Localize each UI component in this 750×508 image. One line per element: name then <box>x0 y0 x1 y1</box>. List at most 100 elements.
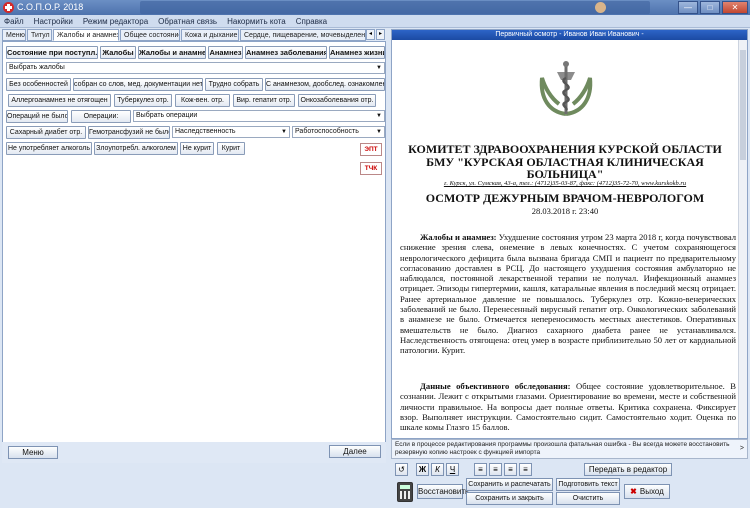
avatar <box>595 2 606 13</box>
viral-hepatitis-neg-button[interactable]: Вир. гепатит отр. <box>233 94 295 107</box>
non-smoker-button[interactable]: Не курит <box>180 142 214 155</box>
backup-notice-text: Если в процессе редактирования программы… <box>395 441 730 456</box>
no-transfusions-button[interactable]: Гемотрансфузий не было <box>88 126 170 139</box>
tab-menu[interactable]: Меню <box>2 29 26 41</box>
left-panel: Меню Титул Жалобы и анамнез Общее состоя… <box>2 29 386 463</box>
alcohol-abuse-button[interactable]: Злоупотребл. алкоголем <box>94 142 178 155</box>
allergy-anamnesis-button[interactable]: Аллергоанамнез не отягощен <box>8 94 111 107</box>
minimize-button[interactable]: — <box>678 1 698 14</box>
operations-select-value: Выбрать операции <box>136 112 198 119</box>
no-alcohol-button[interactable]: Не употребляет алкоголь <box>6 142 92 155</box>
menu-feedback[interactable]: Обратная связь <box>158 15 217 27</box>
backup-notice: Если в процессе редактирования программы… <box>391 439 748 459</box>
italic-button[interactable]: К <box>431 463 444 476</box>
tab-scroll-left-icon[interactable]: ◂ <box>366 29 375 40</box>
workability-select-value: Работоспособность <box>295 128 359 135</box>
align-justify-icon[interactable]: ≡ <box>519 463 532 476</box>
tab-complaints-anamnesis[interactable]: Жалобы и анамнез <box>53 29 119 41</box>
tab-skin-breathing[interactable]: Кожа и дыхание <box>181 29 239 41</box>
diabetes-neg-button[interactable]: Сахарный диабет отр. <box>6 126 86 139</box>
tab-general-state[interactable]: Общее состояние <box>120 29 180 41</box>
tab-heart-digestion[interactable]: Сердце, пищеварение, мочевыделение <box>240 29 366 41</box>
restore-button[interactable]: Восстановить <box>417 484 469 499</box>
chevron-right-icon[interactable]: > <box>740 445 744 453</box>
disease-anamnesis-button[interactable]: Анамнез заболевания <box>245 46 327 59</box>
overlay-toolbar <box>140 1 650 14</box>
calculator-icon[interactable] <box>397 482 413 502</box>
skin-ven-neg-button[interactable]: Кож-вен. отр. <box>175 94 230 107</box>
hard-to-collect-button[interactable]: Трудно собрать <box>205 78 263 91</box>
save-and-close-button[interactable]: Сохранить и закрыть <box>466 492 553 505</box>
clear-button[interactable]: Очистить <box>556 492 620 505</box>
close-button[interactable]: ✕ <box>722 1 748 14</box>
scrollbar-thumb[interactable] <box>740 50 746 160</box>
no-operations-button[interactable]: Операций не было <box>6 110 68 123</box>
send-to-editor-button[interactable]: Передать в редактор <box>584 463 672 476</box>
tab-strip: Меню Титул Жалобы и анамнез Общее состоя… <box>2 29 386 41</box>
medical-emblem-icon <box>539 61 593 116</box>
life-anamnesis-button[interactable]: Анамнез жизни <box>329 46 385 59</box>
align-center-icon[interactable]: ≡ <box>489 463 502 476</box>
complaints-select-value: Выбрать жалобы <box>9 64 65 71</box>
title-bar: С.О.П.О.Р. 2018 — □ ✕ <box>0 0 750 15</box>
bold-button[interactable]: Ж <box>416 463 429 476</box>
oncology-neg-button[interactable]: Онкозаболевания отр. <box>298 94 376 107</box>
window-title: С.О.П.О.Р. 2018 <box>17 2 84 12</box>
org-title-line1: КОМИТЕТ ЗДРАВООХРАНЕНИЯ КУРСКОЙ ОБЛАСТИ <box>408 142 722 156</box>
chevron-down-icon: ▼ <box>376 113 382 119</box>
operations-select[interactable]: Выбрать операции ▼ <box>133 110 385 122</box>
align-right-icon[interactable]: ≡ <box>504 463 517 476</box>
exit-button-label: Выход <box>639 487 664 496</box>
menu-editor-mode[interactable]: Режим редактора <box>83 15 148 27</box>
prepare-text-button[interactable]: Подготовить текст <box>556 478 620 491</box>
document-preview[interactable]: КОМИТЕТ ЗДРАВООХРАНЕНИЯ КУРСКОЙ ОБЛАСТИ … <box>392 40 738 438</box>
objective-label: Данные объективного обследования: <box>420 381 571 391</box>
complaints-label: Жалобы и анамнез: <box>420 232 497 242</box>
left-footer: Меню Далее <box>2 442 386 463</box>
complaints-paragraph: Жалобы и анамнез: Ухудшение состояния ут… <box>400 232 736 356</box>
save-and-print-button[interactable]: Сохранить и распечатать <box>466 478 553 491</box>
collected-from-words-button[interactable]: собран со слов, мед. документации нет <box>73 78 203 91</box>
heredity-select[interactable]: Наследственность ▼ <box>172 126 290 138</box>
close-icon: ✖ <box>630 487 637 496</box>
menu-help[interactable]: Справка <box>296 15 327 27</box>
tab-content: Состояние при поступл. Жалобы Жалобы и а… <box>2 41 386 463</box>
next-button[interactable]: Далее <box>329 445 381 458</box>
exit-button[interactable]: ✖ Выход <box>624 484 670 499</box>
tuberculosis-neg-button[interactable]: Туберкулез отр. <box>114 94 172 107</box>
tab-title[interactable]: Титул <box>27 29 52 41</box>
tab-scroll-right-icon[interactable]: ▸ <box>376 29 385 40</box>
heredity-select-value: Наследственность <box>175 128 236 135</box>
exam-date: 28.03.2018 г. 23:40 <box>531 206 599 216</box>
menu-feed-cat[interactable]: Накормить кота <box>227 15 286 27</box>
menu-bar: Файл Настройки Режим редактора Обратная … <box>0 15 750 28</box>
menu-nav-button[interactable]: Меню <box>8 446 58 459</box>
align-left-icon[interactable]: ≡ <box>474 463 487 476</box>
complaints-button[interactable]: Жалобы <box>100 46 136 59</box>
ept-button[interactable]: ЭПТ <box>360 143 382 156</box>
admission-state-button[interactable]: Состояние при поступл. <box>6 46 98 59</box>
org-address: г. Курск, ул. Сумская, 43-а, тел.: (4712… <box>443 180 687 187</box>
undo-icon[interactable]: ↺ <box>395 463 408 476</box>
document-scrollbar[interactable] <box>738 40 747 438</box>
complaints-select[interactable]: Выбрать жалобы ▼ <box>6 62 385 74</box>
menu-settings[interactable]: Настройки <box>34 15 73 27</box>
chevron-down-icon: ▼ <box>376 129 382 135</box>
maximize-button[interactable]: □ <box>700 1 720 14</box>
objective-paragraph: Данные объективного обследования: Общее … <box>400 381 736 432</box>
anamnesis-button[interactable]: Анамнез <box>208 46 243 59</box>
operations-button[interactable]: Операции: <box>71 110 131 123</box>
no-features-button[interactable]: Без особенностей <box>6 78 71 91</box>
app-logo-icon <box>3 2 14 13</box>
underline-button[interactable]: Ч <box>446 463 459 476</box>
document-header: Первичный осмотр - Иванов Иван Иванович … <box>392 30 747 40</box>
complaints-anamnesis-button[interactable]: Жалобы и анамнез <box>138 46 206 59</box>
complaints-text: Ухудшение состояния утром 23 марта 2018 … <box>400 232 736 356</box>
menu-file[interactable]: Файл <box>4 15 24 27</box>
smoker-button[interactable]: Курит <box>217 142 245 155</box>
workability-select[interactable]: Работоспособность ▼ <box>292 126 385 138</box>
editor-toolbar: ↺ Ж К Ч ≡ ≡ ≡ ≡ Передать в редактор Восс… <box>391 460 748 506</box>
chevron-down-icon: ▼ <box>376 65 382 71</box>
tchk-button[interactable]: ТЧК <box>360 162 382 175</box>
with-anamnesis-button[interactable]: С анамнезом, дообслед. ознакомлен <box>265 78 385 91</box>
